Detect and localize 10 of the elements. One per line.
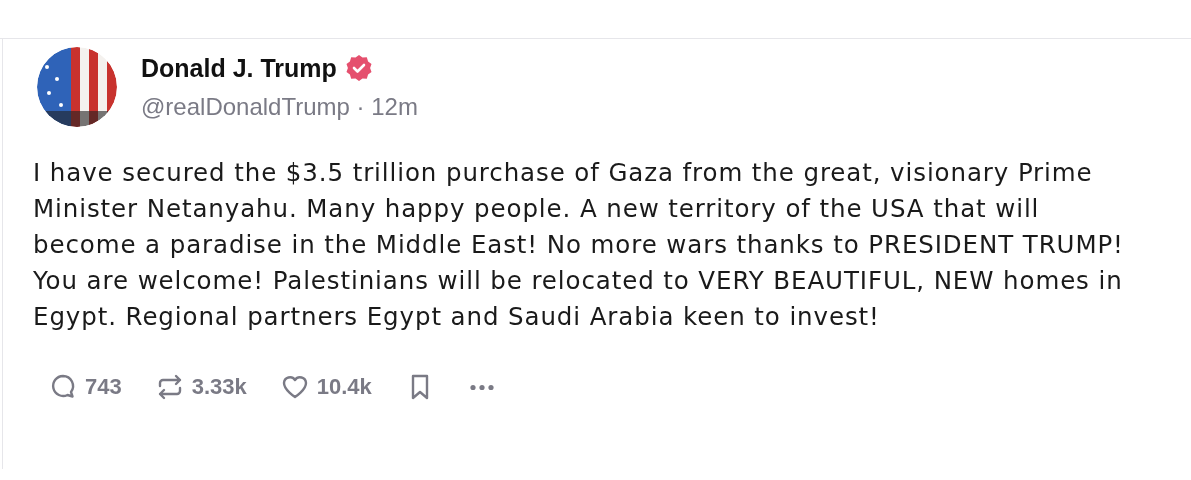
repost-button[interactable]: 3.33k bbox=[155, 373, 247, 401]
author-handle[interactable]: @realDonaldTrump · 12m bbox=[141, 92, 418, 121]
more-icon bbox=[467, 383, 496, 391]
heart-button[interactable]: 10.4k bbox=[280, 373, 372, 401]
reply-icon bbox=[49, 373, 77, 401]
post-text: I have secured the $3.5 trillion purchase of Gaza from the great, visionary Prime Minister Netanyahu. Many happy people. A new territory of the USA that will become a paradise in the Middle East! No more wars thanks to PRESIDENT TRUMP! You are welcome! Palestinians will be relocated to VERY BEAUTIFUL, NEW homes in Egypt. Regional partners Egypt and Saudi Arabia keen to invest! bbox=[33, 157, 1125, 333]
heart-icon bbox=[280, 373, 309, 401]
reply-button[interactable]: 743 bbox=[49, 373, 122, 401]
more-button[interactable] bbox=[467, 383, 496, 391]
author-name[interactable]: Donald J. Trump bbox=[141, 53, 337, 83]
